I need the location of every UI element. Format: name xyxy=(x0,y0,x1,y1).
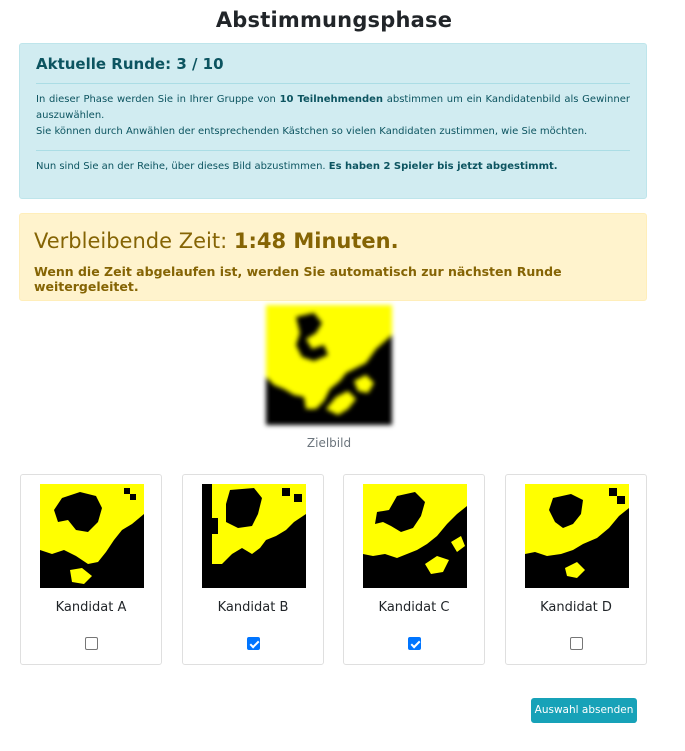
submit-selection-button[interactable]: Auswahl absenden xyxy=(531,698,637,723)
vote-checkbox-b[interactable] xyxy=(247,637,260,650)
candidate-label: Kandidat B xyxy=(217,600,289,615)
candidate-label: Kandidat C xyxy=(378,600,450,615)
candidate-card-c: Kandidat C xyxy=(343,474,485,665)
votes-count: Es haben 2 Spieler bis jetzt abgestimmt. xyxy=(328,161,558,172)
voting-prompt: Nun sind Sie an der Reihe, über dieses B… xyxy=(36,161,329,172)
timer-label: Verbleibende Zeit: xyxy=(34,229,234,253)
divider xyxy=(36,150,630,151)
candidate-card-b: Kandidat B xyxy=(182,474,324,665)
vote-checkbox-a[interactable] xyxy=(85,637,98,650)
candidate-image xyxy=(525,484,629,588)
instructions-text: In dieser Phase werden Sie in Ihrer Grup… xyxy=(36,92,630,140)
vote-checkbox-d[interactable] xyxy=(570,637,583,650)
timer-alert: Verbleibende Zeit: 1:48 Minuten. Wenn di… xyxy=(19,213,647,301)
round-label: Aktuelle Runde: 3 / 10 xyxy=(36,55,224,73)
round-info-alert: Aktuelle Runde: 3 / 10 In dieser Phase w… xyxy=(19,43,647,199)
remaining-time: Verbleibende Zeit: 1:48 Minuten. xyxy=(34,229,632,253)
candidate-label: Kandidat A xyxy=(55,600,127,615)
candidate-image xyxy=(363,484,467,588)
instructions-part: In dieser Phase werden Sie in Ihrer Grup… xyxy=(36,94,280,105)
instructions-multi-select: Sie können durch Anwählen der entspreche… xyxy=(36,126,588,137)
page-title: Abstimmungsphase xyxy=(215,8,453,32)
voting-status: Nun sind Sie an der Reihe, über dieses B… xyxy=(36,159,630,175)
candidate-image xyxy=(202,484,306,588)
vote-checkbox-c[interactable] xyxy=(408,637,421,650)
timer-note: Wenn die Zeit abgelaufen ist, werden Sie… xyxy=(34,264,562,294)
target-image xyxy=(266,305,392,425)
candidate-card-d: Kandidat D xyxy=(505,474,647,665)
timer-value: 1:48 Minuten. xyxy=(233,229,399,253)
candidate-label: Kandidat D xyxy=(540,600,612,615)
candidate-card-a: Kandidat A xyxy=(20,474,162,665)
target-caption: Zielbild xyxy=(306,436,352,450)
candidate-image xyxy=(40,484,144,588)
divider xyxy=(36,83,630,84)
group-size: 10 Teilnehmenden xyxy=(279,94,384,105)
